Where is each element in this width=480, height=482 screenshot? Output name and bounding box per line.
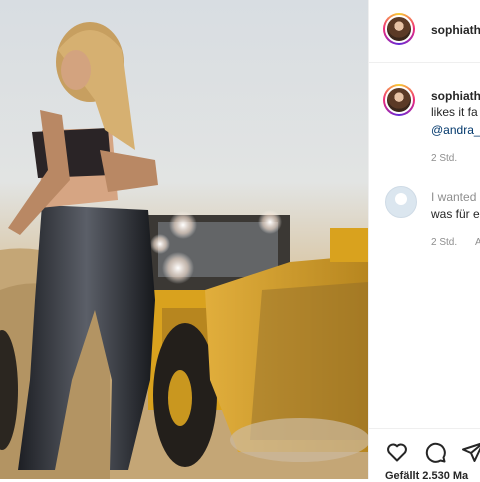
caption-text: likes it fa <box>431 105 478 119</box>
comment-bubble-icon[interactable] <box>423 440 447 464</box>
paper-plane-icon[interactable] <box>461 440 480 464</box>
caption-timestamp[interactable]: 2 Std. <box>431 153 457 164</box>
avatar-image <box>385 86 413 114</box>
comment-text-line1: I wanted <box>431 190 477 204</box>
heart-icon[interactable] <box>385 440 409 464</box>
post-photo[interactable] <box>0 0 368 479</box>
author-username[interactable]: sophiath <box>431 23 480 37</box>
comment-text-line2: was für e <box>431 207 480 221</box>
comment-timestamp[interactable]: 2 Std. <box>431 237 457 248</box>
commenter-avatar[interactable] <box>385 186 417 218</box>
photo-illustration <box>0 22 368 479</box>
comment-reply-button[interactable]: A <box>475 237 480 248</box>
footer-divider <box>369 428 480 429</box>
caption-mention-link[interactable]: @andra_ <box>431 123 480 137</box>
post-actions <box>385 440 480 464</box>
caption-avatar[interactable] <box>383 84 415 116</box>
caption-username[interactable]: sophiath <box>431 89 480 103</box>
avatar-image <box>385 15 413 43</box>
author-avatar[interactable] <box>383 13 415 45</box>
header-divider <box>369 62 480 63</box>
likes-count[interactable]: Gefällt 2.530 Ma <box>385 470 468 482</box>
post-side-panel: sophiath sophiath likes it fa @andra_ 2 … <box>368 0 480 482</box>
